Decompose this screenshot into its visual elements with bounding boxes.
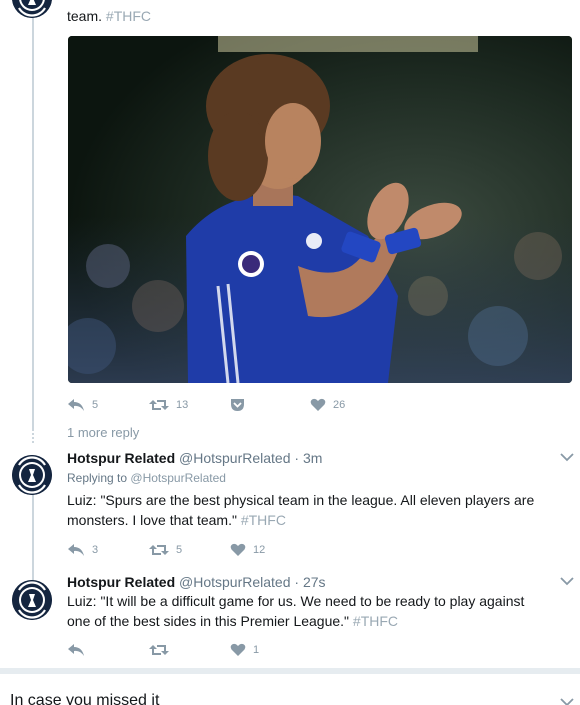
tweet-text-line-2: monsters. I love that team." #THFC [67,510,534,530]
user-handle[interactable]: @HotspurRelated [179,450,291,466]
like-button[interactable]: 26 [310,396,345,414]
reply-button[interactable]: 3 [67,541,98,559]
display-name[interactable]: Hotspur Related [67,574,175,590]
tweet-text-line: one of the best sides in this Premier Le… [67,613,350,629]
like-button[interactable]: 12 [230,541,265,559]
thread-dots [32,425,34,445]
more-replies-link[interactable]: 1 more reply [67,425,139,440]
tweet-timestamp[interactable]: 3m [303,450,322,466]
tweet-header: Hotspur Related @HotspurRelated · 3m [67,449,322,467]
user-handle[interactable]: @HotspurRelated [179,574,291,590]
tweet-text-line-2: one of the best sides in this Premier Le… [67,611,524,631]
hotspur-related-logo [12,455,52,495]
save-button[interactable] [230,396,245,414]
like-button[interactable]: 1 [230,641,259,659]
avatar[interactable] [12,455,52,495]
avatar[interactable] [12,0,52,18]
tweet-actions: 3 5 12 [67,541,367,559]
retweet-button[interactable] [149,641,176,659]
display-name[interactable]: Hotspur Related [67,450,175,466]
tweet-actions: 5 13 26 [67,396,367,414]
tweet-timestamp[interactable]: 27s [303,574,326,590]
replying-to: Replying to @HotspurRelated [67,471,226,485]
thread-line [32,18,34,430]
replying-to-handle[interactable]: @HotspurRelated [130,471,226,485]
retweet-button[interactable]: 5 [149,541,182,559]
pocket-save-icon [231,399,244,411]
tweet-actions: 1 [67,641,367,659]
reply-count: 3 [92,544,99,556]
replying-to-label: Replying to [67,471,128,485]
thread-line [32,490,34,580]
separator-dot: · [294,574,300,590]
tweet-photo[interactable] [68,36,572,383]
tweet-text-line: Luiz: "It will be a difficult game for u… [67,593,525,609]
tweet-text: Luiz: "Spurs are the best physical team … [67,490,534,530]
player-photo [68,36,572,383]
heart-icon [310,398,326,411]
heart-icon [230,543,246,556]
chevron-down-icon[interactable] [560,576,574,586]
reply-button[interactable] [67,641,92,659]
avatar[interactable] [12,580,52,620]
retweet-count: 5 [176,544,183,556]
like-count: 1 [253,644,260,656]
retweet-button[interactable]: 13 [149,396,188,414]
like-count: 26 [333,399,346,411]
tweet-text-line: Luiz: "Spurs are the best physical team … [67,492,535,508]
chevron-down-icon[interactable] [560,697,574,705]
hashtag-link[interactable]: #THFC [353,613,398,629]
reply-arrow-icon [68,644,84,656]
retweet-icon [149,545,169,555]
retweet-count: 13 [176,399,189,411]
like-count: 12 [253,544,266,556]
reply-arrow-icon [68,544,84,556]
tweet-text: Luiz: "It will be a difficult game for u… [67,591,524,631]
hotspur-related-logo [12,0,52,18]
tweet-text: team. #THFC [67,6,151,26]
hashtag-link[interactable]: #THFC [106,8,151,24]
section-header: In case you missed it [10,692,160,705]
reply-button[interactable]: 5 [67,396,98,414]
chevron-down-icon[interactable] [560,452,574,462]
separator-dot: · [294,450,300,466]
tweet-text-line: monsters. I love that team." [67,512,237,528]
hotspur-related-logo [12,580,52,620]
heart-icon [230,643,246,656]
retweet-icon [149,400,169,410]
section-divider [0,668,580,674]
retweet-icon [149,645,169,655]
reply-arrow-icon [68,399,84,411]
hashtag-link[interactable]: #THFC [241,512,286,528]
reply-count: 5 [92,399,99,411]
tweet-text-tail: team. [67,8,103,24]
tweet-header: Hotspur Related @HotspurRelated · 27s [67,573,326,591]
